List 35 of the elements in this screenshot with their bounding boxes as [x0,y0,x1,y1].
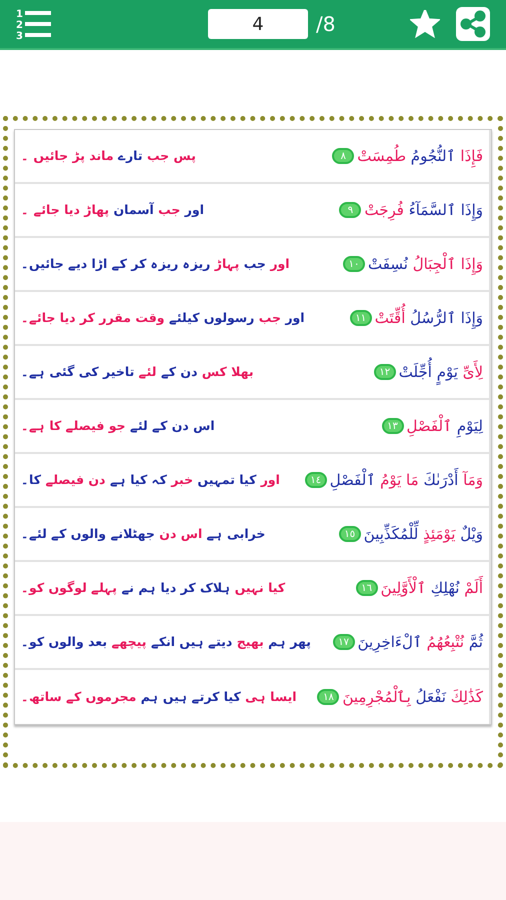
share-icon[interactable] [456,7,490,41]
verse-number: ١٧ [332,634,355,650]
verse-number: ١٣ [382,418,404,434]
verse-text: لِيَوْمِ ٱلْفَصْلِ [406,414,483,438]
verse-number: ١٠ [343,256,366,272]
page-total: /8 [316,11,336,38]
verse-text: وَيْلٌ يَوْمَئِذٍ لِّلْمُكَذِّبِينَ [364,522,483,546]
translation-text: اور جب پہاڑ ریزہ ریزہ کر کے اڑا دیے جائیں۔ [21,254,290,274]
verse-number: ٨ [332,148,354,164]
verse-text: وَمَآ أَدْرَىٰكَ مَا يَوْمُ ٱلْفَصْلِ [330,468,483,492]
translation-text: خرابی ہے اس دن جھٹلانے والوں کے لئے۔ [21,524,266,543]
verse-number: ١٨ [317,689,340,705]
verse-number: ١٤ [304,472,327,488]
translation-text: پس جب تارے ماند پڑ جائیں ۔ [21,146,196,165]
verse-text: وَإِذَا ٱلْجِبَالُ نُسِفَتْ [368,252,483,276]
verse-number: ١١ [350,310,372,326]
verse-text: أَلَمْ نُهْلِكِ ٱلْأَوَّلِينَ [380,576,483,600]
verse-number: ١٦ [356,580,378,596]
translation-text: اس دن کے لئے جو فیصلے کا ہے۔ [21,416,215,435]
translation-text: اور کیا تمہیں خبر کہ کیا ہے دن فیصلے کا۔ [21,470,280,490]
verse-number: ١٥ [338,526,361,542]
translation-text: ایسا ہی کیا کرتے ہیں ہم مجرموں کے ساتھ۔ [21,688,297,706]
verse-number: ١٢ [374,364,396,380]
verse-text: ثُمَّ نُتْبِعُهُمُ ٱلْءَاخِرِينَ [358,632,483,654]
translation-text: اور جب رسولوں کیلئے وقت مقرر کر دیا جائے۔ [21,308,305,327]
translation-text: کیا نہیں ہلاک کر دیا ہم نے پہلے لوگوں کو۔ [21,578,286,598]
star-icon[interactable] [410,10,440,38]
verse-text: وَإِذَا ٱلسَّمَآءُ فُرِجَتْ [364,200,483,222]
translation-text: بھلا کس دن کے لئے تاخیر کی گئی ہے۔ [21,362,254,381]
page-number-field[interactable]: 4 [208,9,308,39]
verse-number: ٩ [339,202,362,218]
verse-text: كَذَٰلِكَ نَفْعَلُ بِٱلْمُجْرِمِينَ [342,686,483,708]
translation-text: اور جب آسمان پھاڑ دیا جائے ۔ [21,200,204,219]
translation-text: پھر ہم بھیج دیتے ہیں انکے پیچھے بعد والوں کو۔ [21,632,312,651]
verse-text: فَإِذَا ٱلنُّجُومُ طُمِسَتْ [357,144,483,168]
